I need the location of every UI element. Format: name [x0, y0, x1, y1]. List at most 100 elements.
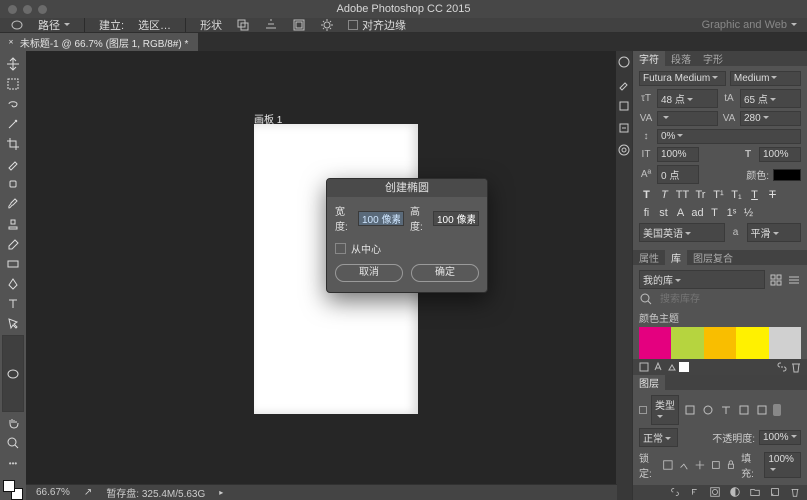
underline-button[interactable]: T [747, 187, 762, 202]
move-tool[interactable] [2, 55, 24, 73]
language-select[interactable]: 美国英语 [639, 223, 725, 242]
type-tool[interactable] [2, 295, 24, 313]
opacity-input[interactable]: 100% [759, 430, 801, 445]
font-style-select[interactable]: Medium [730, 71, 801, 86]
swatch[interactable] [736, 327, 768, 359]
swatch[interactable] [671, 327, 703, 359]
kerning-input[interactable] [657, 111, 718, 126]
baseline-shift-input[interactable]: 0 点 [657, 165, 699, 184]
selection-button[interactable]: 选区… [138, 17, 171, 33]
edit-toolbar[interactable]: ••• [2, 454, 24, 472]
fill-input[interactable]: 100% [764, 452, 801, 478]
ok-button[interactable]: 确定 [411, 264, 479, 282]
library-select[interactable]: 我的库 [639, 270, 765, 289]
pen-tool[interactable] [2, 275, 24, 293]
delete-layer-icon[interactable] [789, 486, 801, 498]
adjustment-icon[interactable] [729, 486, 741, 498]
font-size-input[interactable]: 48 点 [657, 89, 718, 108]
traffic-close[interactable] [8, 5, 17, 14]
filter-adjust-icon[interactable] [701, 403, 715, 417]
traffic-zoom[interactable] [38, 5, 47, 14]
gear-icon[interactable] [320, 18, 334, 32]
fx-icon[interactable] [689, 486, 701, 498]
lock-all-icon[interactable] [725, 458, 737, 472]
bold-button[interactable]: T [639, 187, 654, 202]
tab-glyphs[interactable]: 字形 [697, 51, 729, 66]
zoom-tool[interactable] [2, 434, 24, 452]
height-input[interactable] [433, 211, 479, 226]
lock-trans-icon[interactable] [662, 458, 674, 472]
text-color-swatch[interactable] [773, 169, 801, 181]
arrange-icon[interactable] [292, 18, 306, 32]
tab-layer-comps[interactable]: 图层复合 [687, 250, 739, 265]
align-icon[interactable] [264, 18, 278, 32]
tab-layers[interactable]: 图层 [633, 375, 665, 390]
font-family-select[interactable]: Futura Medium [639, 71, 726, 86]
grid-view-icon[interactable] [769, 273, 783, 287]
lock-pos-icon[interactable] [694, 458, 706, 472]
brushes-panel-icon[interactable] [617, 77, 631, 91]
swatch[interactable] [704, 327, 736, 359]
new-layer-icon[interactable] [769, 486, 781, 498]
zoom-level[interactable]: 66.67% [36, 487, 70, 498]
traffic-minimize[interactable] [23, 5, 32, 14]
link-layers-icon[interactable] [669, 486, 681, 498]
add-layer-style-icon[interactable] [665, 360, 679, 374]
mask-icon[interactable] [709, 486, 721, 498]
ot-title[interactable]: T [707, 205, 722, 220]
shape-button[interactable]: 形状 [200, 17, 222, 33]
eyedropper-tool[interactable] [2, 155, 24, 173]
align-edges-checkbox[interactable]: 对齐边缘 [348, 17, 406, 33]
tab-properties[interactable]: 属性 [633, 250, 665, 265]
swatch[interactable] [769, 327, 801, 359]
ot-ad[interactable]: ad [690, 205, 705, 220]
leading-input[interactable]: 65 点 [740, 89, 801, 108]
info-panel-icon[interactable] [617, 143, 631, 157]
group-icon[interactable] [749, 486, 761, 498]
width-input[interactable] [358, 211, 404, 226]
lock-image-icon[interactable] [678, 458, 690, 472]
cancel-button[interactable]: 取消 [335, 264, 403, 282]
list-view-icon[interactable] [787, 273, 801, 287]
strike-button[interactable]: T [765, 187, 780, 202]
vscale-input[interactable]: 100% [657, 147, 699, 162]
ellipse-tool[interactable] [2, 335, 24, 412]
magic-wand-tool[interactable] [2, 115, 24, 133]
allcaps-button[interactable]: TT [675, 187, 690, 202]
add-graphic-icon[interactable] [637, 360, 651, 374]
export-icon[interactable]: ↗ [84, 487, 92, 498]
tracking-input[interactable]: 280 [740, 111, 801, 126]
gradient-tool[interactable] [2, 255, 24, 273]
filter-pixel-icon[interactable] [683, 403, 697, 417]
tab-paragraph[interactable]: 段落 [665, 51, 697, 66]
eraser-tool[interactable] [2, 235, 24, 253]
baseline-pct-input[interactable]: 0% [657, 129, 801, 144]
add-char-style-icon[interactable] [651, 360, 665, 374]
marquee-tool[interactable] [2, 75, 24, 93]
ot-st[interactable]: st [656, 205, 671, 220]
brush-tool[interactable] [2, 195, 24, 213]
add-color-icon[interactable] [679, 362, 689, 372]
subscript-button[interactable]: T₁ [729, 187, 744, 202]
antialias-select[interactable]: 平滑 [747, 223, 802, 242]
filter-icon[interactable] [639, 406, 647, 414]
from-center-checkbox[interactable]: 从中心 [335, 241, 479, 256]
crop-tool[interactable] [2, 135, 24, 153]
lock-nest-icon[interactable] [710, 458, 722, 472]
blend-mode-select[interactable]: 正常 [639, 428, 678, 447]
foreground-background-swatches[interactable] [3, 480, 23, 500]
healing-tool[interactable] [2, 175, 24, 193]
superscript-button[interactable]: T¹ [711, 187, 726, 202]
ot-ord[interactable]: 1ˢ [724, 205, 739, 220]
filter-smart-icon[interactable] [755, 403, 769, 417]
close-icon[interactable]: × [8, 37, 13, 46]
path-select-tool[interactable] [2, 315, 24, 333]
filter-toggle[interactable] [773, 404, 781, 416]
color-panel-icon[interactable] [617, 55, 631, 69]
tool-preset-dropdown[interactable]: 路径 [38, 17, 70, 33]
hand-tool[interactable] [2, 414, 24, 432]
ot-swash[interactable]: A [673, 205, 688, 220]
hscale-input[interactable]: 100% [759, 147, 801, 162]
document-tab[interactable]: × 未标题-1 @ 66.7% (图层 1, RGB/8#) * [0, 33, 198, 51]
ot-frac[interactable]: ½ [741, 205, 756, 220]
